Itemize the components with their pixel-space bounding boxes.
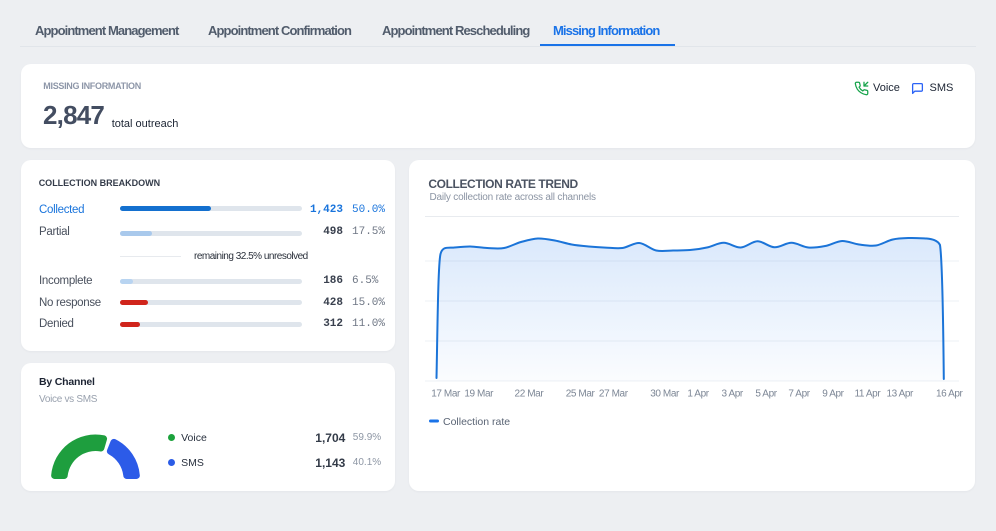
svg-text:19 Mar: 19 Mar xyxy=(464,388,494,399)
svg-text:3 Apr: 3 Apr xyxy=(722,388,744,399)
svg-text:7 Apr: 7 Apr xyxy=(788,388,810,399)
svg-text:27 Mar: 27 Mar xyxy=(599,388,629,399)
svg-text:17 Mar: 17 Mar xyxy=(431,388,461,399)
svg-text:25 Mar: 25 Mar xyxy=(566,388,596,399)
svg-text:30 Mar: 30 Mar xyxy=(650,388,680,399)
svg-text:11 Apr: 11 Apr xyxy=(855,388,882,399)
svg-text:9 Apr: 9 Apr xyxy=(822,388,844,399)
svg-text:5 Apr: 5 Apr xyxy=(755,388,777,399)
svg-text:13 Apr: 13 Apr xyxy=(886,388,914,399)
svg-text:22 Mar: 22 Mar xyxy=(515,388,545,399)
svg-text:Collection rate: Collection rate xyxy=(443,416,510,428)
svg-text:16 Apr: 16 Apr xyxy=(936,388,964,399)
svg-text:1 Apr: 1 Apr xyxy=(687,388,709,399)
